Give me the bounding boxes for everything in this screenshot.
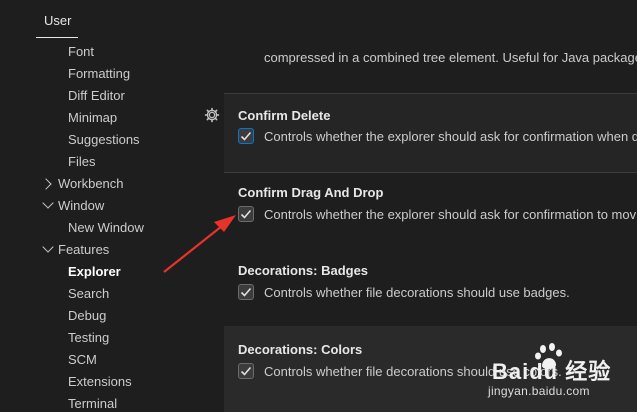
setting-confirm-delete: Confirm Delete Controls whether the expl…: [224, 93, 637, 173]
toc-item-extensions[interactable]: Extensions: [68, 371, 132, 393]
gear-icon[interactable]: [204, 107, 220, 123]
toc-item-font[interactable]: Font: [68, 41, 94, 63]
chevron-down-icon[interactable]: [42, 197, 54, 209]
toc-item-files[interactable]: Files: [68, 151, 95, 173]
editor-tab-bar: User: [0, 0, 637, 40]
toc-item-formatting[interactable]: Formatting: [68, 63, 130, 85]
toc-item-scm[interactable]: SCM: [68, 349, 97, 371]
decorations-badges-checkbox[interactable]: [238, 284, 254, 300]
tab-user[interactable]: User: [36, 0, 79, 40]
chevron-right-icon[interactable]: [40, 178, 52, 190]
setting-decorations-badges: Decorations: Badges Controls whether fil…: [224, 251, 637, 329]
chevron-down-icon[interactable]: [42, 241, 54, 253]
baidu-watermark: Baidu 经验 jingyan.baidu.com: [488, 338, 637, 412]
toc-item-features[interactable]: Features: [58, 239, 109, 261]
setting-title: Confirm Delete: [238, 108, 331, 123]
setting-description: Controls whether file decorations should…: [264, 285, 570, 300]
decorations-colors-checkbox[interactable]: [238, 363, 254, 379]
watermark-url: jingyan.baidu.com: [488, 384, 590, 398]
setting-title: Confirm Drag And Drop: [238, 185, 384, 200]
tab-active-indicator: [36, 37, 78, 38]
settings-toc: Font Formatting Diff Editor Minimap Sugg…: [0, 40, 190, 412]
toc-item-debug[interactable]: Debug: [68, 305, 106, 327]
toc-item-suggestions[interactable]: Suggestions: [68, 129, 140, 151]
toc-item-window[interactable]: Window: [58, 195, 104, 217]
confirm-delete-checkbox[interactable]: [238, 128, 254, 144]
toc-item-search[interactable]: Search: [68, 283, 109, 305]
toc-item-terminal[interactable]: Terminal: [68, 393, 117, 412]
watermark-brand: Baidu 经验: [492, 359, 612, 384]
setting-confirm-drag-and-drop: Confirm Drag And Drop Controls whether t…: [224, 173, 637, 251]
toc-item-workbench[interactable]: Workbench: [58, 173, 124, 195]
setting-description: Controls whether the explorer should ask…: [264, 207, 637, 222]
toc-item-testing[interactable]: Testing: [68, 327, 109, 349]
toc-item-minimap[interactable]: Minimap: [68, 107, 117, 129]
toc-item-explorer[interactable]: Explorer: [68, 261, 121, 283]
confirm-drag-and-drop-checkbox[interactable]: [238, 206, 254, 222]
setting-description: Controls whether the explorer should ask…: [264, 129, 637, 144]
toc-item-diff-editor[interactable]: Diff Editor: [68, 85, 125, 107]
setting-title: Decorations: Colors: [238, 342, 363, 357]
setting-title: Decorations: Badges: [238, 263, 369, 278]
toc-item-new-window[interactable]: New Window: [68, 217, 144, 239]
setting-description: compressed in a combined tree element. U…: [264, 50, 637, 65]
